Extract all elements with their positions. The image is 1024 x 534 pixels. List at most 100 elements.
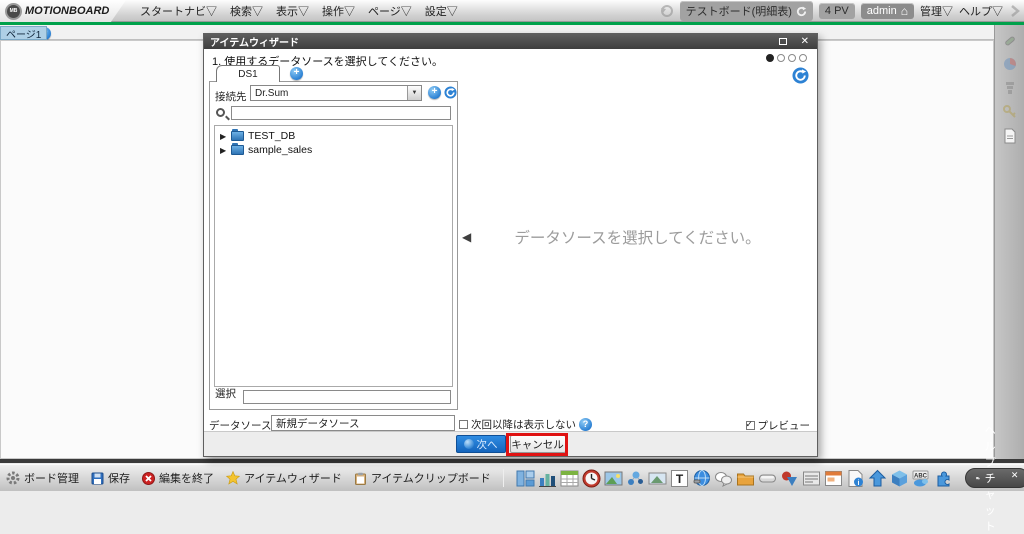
close-icon[interactable]: ✕ [801,35,809,48]
photo-icon[interactable] [648,469,667,488]
pen-icon[interactable] [1002,32,1018,48]
bubble-chart-icon[interactable] [626,469,645,488]
topbar-right-group: テストボード(明細表) 4 PV admin ⌂ 管理▽ ヘルプ▽ [660,0,1021,22]
menu-operation[interactable]: 操作▽ [322,3,355,19]
search-input[interactable] [231,106,451,120]
menu-page[interactable]: ページ▽ [368,3,412,19]
save-icon [91,472,104,485]
board-manage-button[interactable]: ボード管理 [6,470,79,486]
forward-chevron-icon[interactable] [1009,4,1021,18]
page-tab-active[interactable]: ページ1 [0,26,47,40]
tree-item-label: sample_sales [248,144,312,156]
home-icon[interactable]: ⌂ [901,6,908,16]
text-icon[interactable]: T [670,469,689,488]
button-icon[interactable] [758,469,777,488]
item-icon-strip: T i ABC [516,469,953,488]
menu-help[interactable]: ヘルプ▽ [959,3,1003,19]
selection-field[interactable] [243,390,451,404]
tab-ds1[interactable]: DS1 [216,65,280,82]
user-badge[interactable]: admin ⌂ [861,3,914,19]
board-name-label: テストボード(明細表) [686,3,792,19]
close-chat-icon[interactable]: ✕ [1011,470,1019,481]
clock-icon[interactable] [582,469,601,488]
comments-icon[interactable] [714,469,733,488]
hide-next-time-option[interactable]: 次回以降は表示しない ? [459,417,592,432]
progress-dot-1 [766,54,774,62]
cancel-button[interactable]: キャンセル [510,435,566,453]
motionboard-logo-icon: MB [7,5,20,18]
save-button[interactable]: 保存 [91,470,130,486]
help-chat-label: ヘルプチャット [985,422,1006,534]
info-doc-icon[interactable]: i [846,469,865,488]
tree-item-label: TEST_DB [248,130,295,142]
next-arrow-icon [464,439,474,449]
arrow-up-icon[interactable] [868,469,887,488]
menu-admin[interactable]: 管理▽ [920,3,953,19]
puzzle-icon[interactable] [934,469,953,488]
tree-item-test-db[interactable]: ▶ TEST_DB [215,129,452,143]
document-icon[interactable] [1002,128,1018,144]
help-chat-button[interactable]: ヘルプチャット ✕ [965,468,1024,488]
add-connection-icon[interactable]: + [428,86,441,99]
menu-start-navi[interactable]: スタートナビ▽ [140,3,217,19]
pie-chart-icon[interactable] [1002,56,1018,72]
dialog-title: アイテムウィザード [210,34,299,49]
toolbar-separator [503,469,504,487]
datasource-name-input[interactable] [271,415,455,431]
hide-next-time-label: 次回以降は表示しない [471,417,576,432]
board-manage-label: ボード管理 [24,470,79,486]
item-clipboard-button[interactable]: アイテムクリップボード [354,470,491,486]
maximize-icon[interactable] [779,38,787,45]
next-button-label: 次へ [477,437,498,452]
layout-tiles-icon[interactable] [516,469,535,488]
search-icon [216,108,225,117]
expand-arrow-icon[interactable]: ▶ [220,146,227,155]
help-icon[interactable]: ? [579,418,592,431]
item-clipboard-icon [354,472,367,485]
end-edit-label: 編集を終了 [159,470,214,486]
tree-item-sample-sales[interactable]: ▶ sample_sales [215,143,452,157]
key-icon[interactable] [1002,104,1018,120]
refresh-board-icon[interactable] [796,6,807,17]
table-icon[interactable] [560,469,579,488]
save-label: 保存 [108,470,130,486]
placeholder-message: データソースを選択してください。 [472,226,803,248]
connection-select[interactable]: Dr.Sum ▼ [250,85,422,101]
svg-text:T: T [676,472,684,486]
image-icon[interactable] [604,469,623,488]
rows-icon[interactable] [802,469,821,488]
menu-search[interactable]: 検索▽ [230,3,263,19]
end-edit-button[interactable]: 編集を終了 [142,470,214,486]
add-datasource-tab-icon[interactable]: + [290,67,303,80]
web-link-icon[interactable] [692,469,711,488]
accent-divider [0,22,1024,25]
board-name-badge[interactable]: テストボード(明細表) [680,1,813,21]
progress-dot-3 [788,54,796,62]
cube-icon[interactable] [890,469,909,488]
preview-checkbox[interactable] [746,421,755,430]
window-icon[interactable] [824,469,843,488]
folder-icon[interactable] [736,469,755,488]
shape-chart-icon[interactable] [780,469,799,488]
menu-view[interactable]: 表示▽ [276,3,309,19]
bar-chart-icon[interactable] [538,469,557,488]
undo-circle-icon[interactable] [660,4,674,18]
left-arrow-icon: ◀ [462,230,471,244]
dialog-footer: 次へ キャンセル [204,431,817,456]
menu-settings[interactable]: 設定▽ [425,3,458,19]
wizard-progress-dots [766,54,807,62]
bottom-divider [0,459,1024,463]
pv-count-label: 4 PV [825,5,849,17]
datasource-tree[interactable]: ▶ TEST_DB ▶ sample_sales [214,125,453,387]
chevron-down-icon[interactable]: ▼ [407,86,421,100]
datasource-panel: 接続先 Dr.Sum ▼ + ▶ TEST_DB ▶ sample_sales … [209,81,458,410]
next-button[interactable]: 次へ [456,435,506,453]
refresh-datasources-icon[interactable] [792,67,809,84]
item-wizard-button[interactable]: アイテムウィザード [226,470,342,486]
spellcheck-icon[interactable]: ABC [912,469,931,488]
reload-connection-icon[interactable] [444,86,457,99]
hide-next-time-checkbox[interactable] [459,420,468,429]
dialog-title-bar[interactable]: アイテムウィザード [204,34,817,49]
expand-arrow-icon[interactable]: ▶ [220,132,227,141]
filter-icon[interactable] [1002,80,1018,96]
